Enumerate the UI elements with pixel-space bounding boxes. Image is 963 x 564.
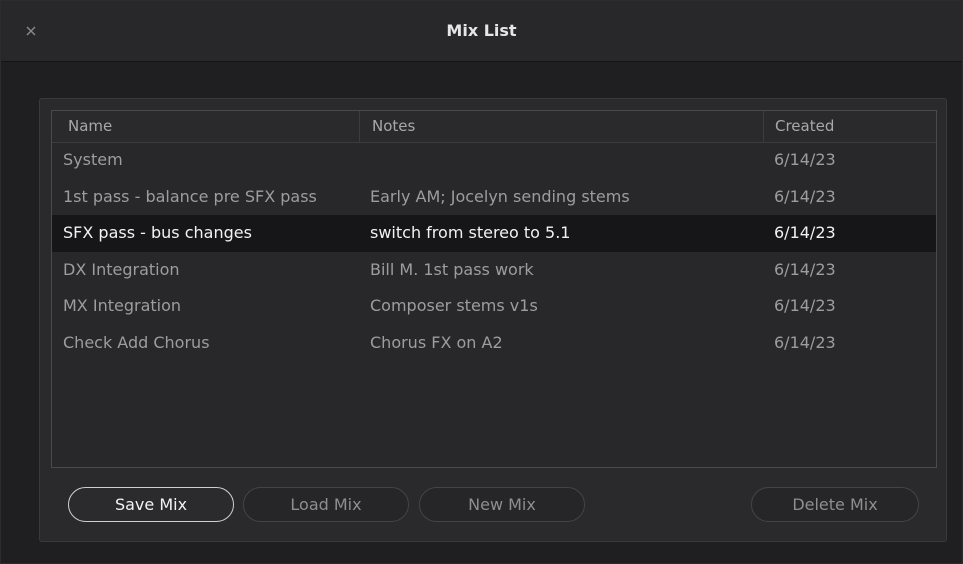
cell-name: System xyxy=(63,150,123,169)
cell-notes: Composer stems v1s xyxy=(370,296,538,315)
cell-name: MX Integration xyxy=(63,296,182,315)
new-mix-button[interactable]: New Mix xyxy=(419,487,585,522)
mix-table: Name Notes Created System 6/14/23 1st pass… xyxy=(51,110,937,468)
mix-list-window: Mix List Name Notes Created System 6/14/2… xyxy=(0,0,963,564)
cell-created: 6/14/23 xyxy=(774,186,836,206)
cell-created: 6/14/23 xyxy=(774,223,836,242)
table-row[interactable]: Check Add Chorus Chorus FX on A2 6/14/23 xyxy=(52,325,936,362)
load-mix-button[interactable]: Load Mix xyxy=(243,487,409,522)
table-row[interactable]: DX Integration Bill M. 1st pass work 6/14/… xyxy=(52,252,936,289)
table-header: Name Notes Created xyxy=(52,111,936,143)
cell-created: 6/14/23 xyxy=(774,259,836,279)
mix-list-panel: Name Notes Created System 6/14/23 1st pass… xyxy=(39,98,947,542)
cell-notes: Early AM; Jocelyn sending stems xyxy=(370,186,630,206)
column-header-notes[interactable]: Notes xyxy=(359,111,763,142)
table-row[interactable]: MX Integration Composer stems v1s 6/14/23 xyxy=(52,288,936,325)
column-header-created[interactable]: Created xyxy=(763,111,936,142)
window-title: Mix List xyxy=(446,21,517,40)
table-row[interactable]: SFX pass - bus changes switch from stereo… xyxy=(52,215,936,252)
cell-notes: Bill M. 1st pass work xyxy=(370,259,534,279)
cell-created: 6/14/23 xyxy=(774,296,836,315)
column-header-name[interactable]: Name xyxy=(52,111,359,142)
cell-notes xyxy=(370,142,760,179)
cell-name: Check Add Chorus xyxy=(63,332,210,352)
table-row[interactable]: 1st pass - balance pre SFX pass Early AM;… xyxy=(52,179,936,216)
title-bar: Mix List xyxy=(1,1,962,62)
cell-created: 6/14/23 xyxy=(774,332,836,352)
cell-name: DX Integration xyxy=(63,259,180,279)
cell-name: 1st pass - balance pre SFX pass xyxy=(63,186,317,206)
cell-created: 6/14/23 xyxy=(774,150,836,169)
save-mix-button[interactable]: Save Mix xyxy=(68,487,234,522)
cell-notes: Chorus FX on A2 xyxy=(370,332,503,352)
cell-name: SFX pass - bus changes xyxy=(63,223,252,242)
cell-notes: switch from stereo to 5.1 xyxy=(370,223,571,242)
table-row[interactable]: System 6/14/23 xyxy=(52,142,936,179)
table-body: System 6/14/23 1st pass - balance pre SFX … xyxy=(52,142,936,361)
delete-mix-button[interactable]: Delete Mix xyxy=(751,487,919,522)
